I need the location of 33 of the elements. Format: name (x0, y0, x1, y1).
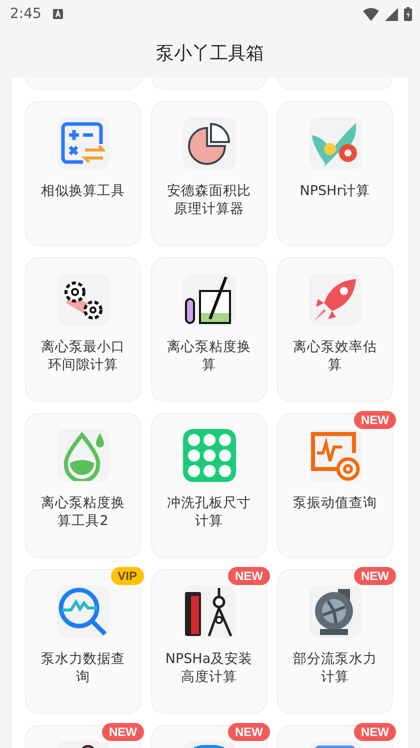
tool-card[interactable]: NEW 泵振动值查询 (277, 413, 393, 558)
status-time: 2:45 (10, 6, 42, 22)
tool-card[interactable]: NEW NPSHa及安装高度计算 (151, 569, 267, 714)
tool-label: 泵水力数据查询 (40, 650, 126, 686)
tool-card[interactable]: VIP 泵水力数据查询 (25, 569, 141, 714)
tool-card[interactable]: 离心泵粘度换算 (151, 257, 267, 402)
tool-card[interactable]: NPSHr计算 (277, 101, 393, 246)
tool-label: 离心泵效率估算 (292, 338, 378, 374)
tool-label: 离心泵粘度换算 (166, 338, 252, 374)
tool-label: NPSHr计算 (298, 182, 372, 200)
tool-label: 泵振动值查询 (292, 494, 378, 512)
tag-badge: NEW (102, 723, 144, 741)
tool-card[interactable]: 离心泵效率估算 (277, 257, 393, 402)
tool-label: 离心泵粘度换算工具2 (40, 494, 126, 530)
tool-label: NPSHa及安装高度计算 (164, 650, 254, 686)
tool-label: 相似换算工具 (40, 182, 126, 200)
tag-badge: NEW (354, 411, 396, 429)
app-title: 泵小丫工具箱 (156, 42, 264, 65)
tool-label: 冲洗孔板尺寸计算 (166, 494, 252, 530)
tool-label: 离心泵最小口环间隙计算 (40, 338, 126, 374)
tool-card[interactable]: NEW 部分流泵水力计算 (277, 569, 393, 714)
tag-badge: NEW (228, 567, 270, 585)
tool-card[interactable]: 安德森面积比原理计算器 (151, 101, 267, 246)
tag-badge: NEW (354, 723, 396, 741)
tool-card[interactable]: 相似换算工具 (25, 101, 141, 246)
tool-card[interactable]: 离心泵粘度换算工具2 (25, 413, 141, 558)
tool-card[interactable]: 离心泵最小口环间隙计算 (25, 257, 141, 402)
tag-badge: NEW (354, 567, 396, 585)
tool-label: 部分流泵水力计算 (292, 650, 378, 686)
tag-badge: VIP (110, 567, 144, 585)
tag-badge: NEW (228, 723, 270, 741)
tool-label: 安德森面积比原理计算器 (166, 182, 252, 218)
tool-card[interactable]: 冲洗孔板尺寸计算 (151, 413, 267, 558)
